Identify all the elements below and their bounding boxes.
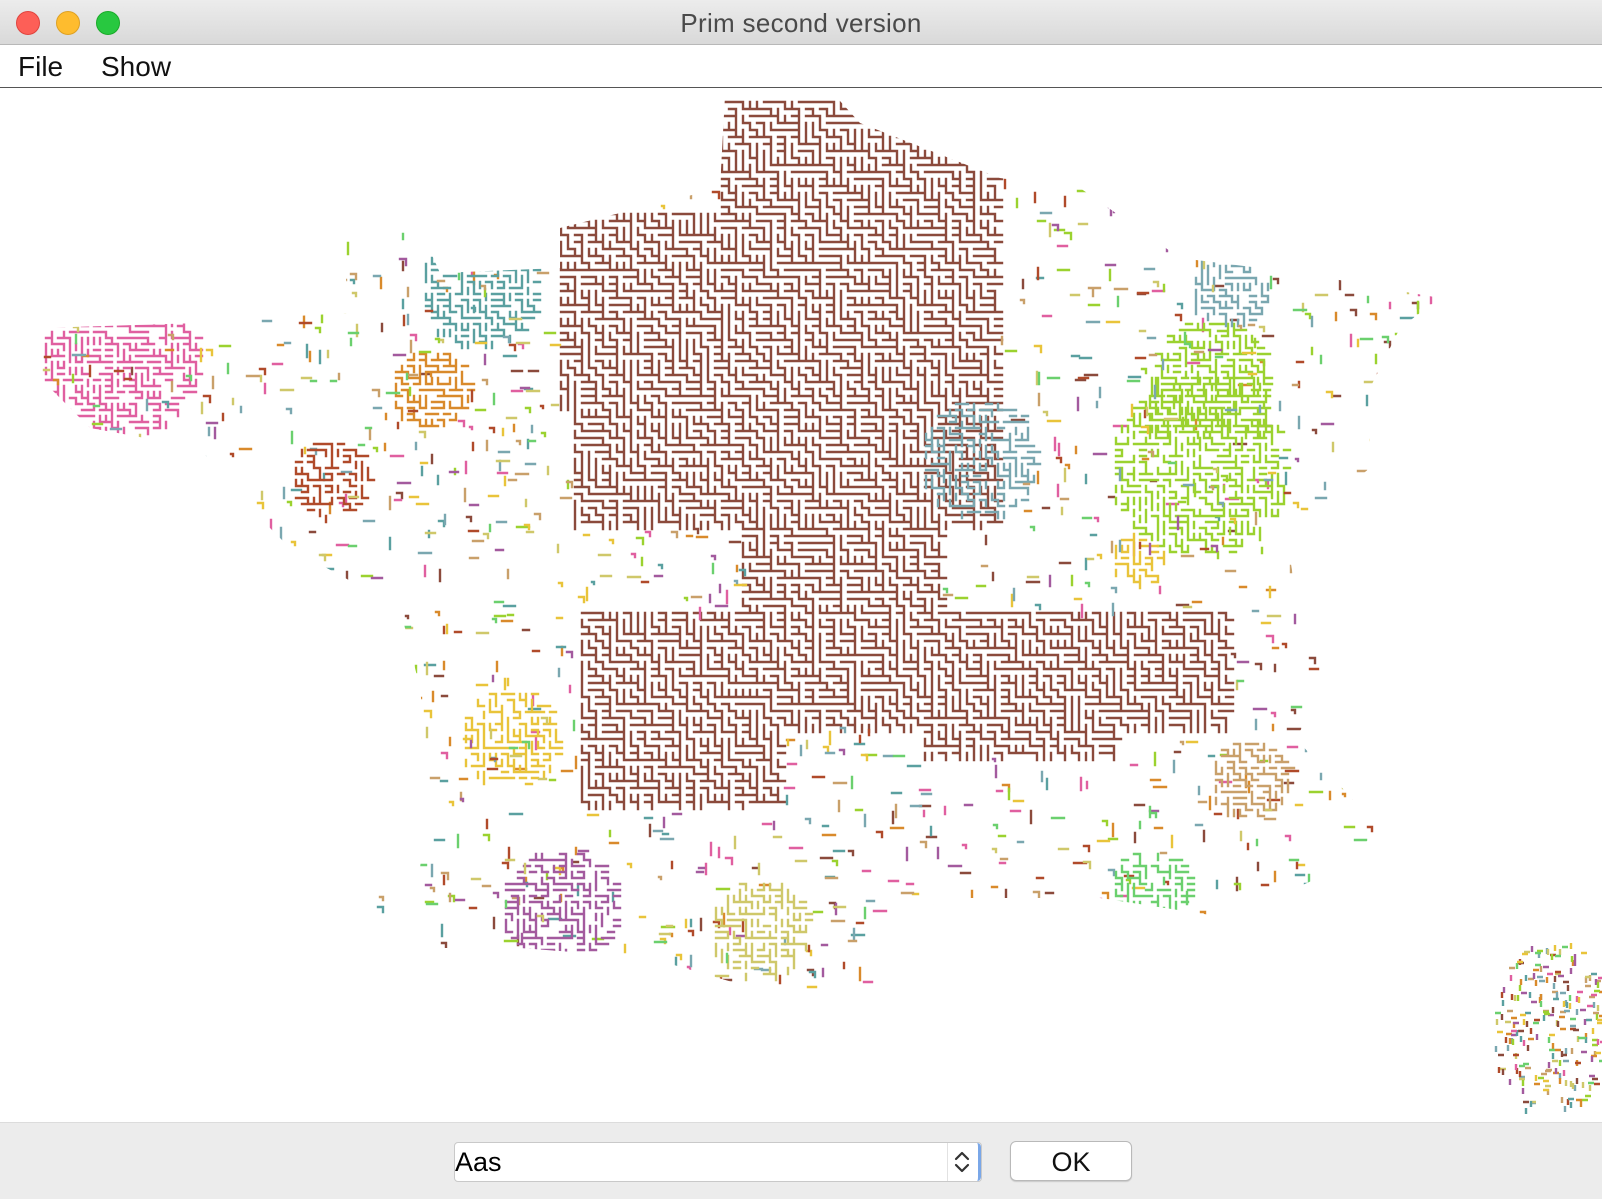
map-canvas[interactable] xyxy=(0,88,1602,1122)
france-spanning-tree-map xyxy=(40,90,1602,1114)
city-search-input[interactable] xyxy=(455,1143,940,1181)
corsica-edges xyxy=(1494,943,1602,1114)
window-title: Prim second version xyxy=(680,8,922,38)
ok-button[interactable]: OK xyxy=(1010,1141,1132,1181)
menu-bar: File Show xyxy=(0,45,1602,88)
city-combo-box[interactable] xyxy=(454,1142,982,1182)
app-window: Prim second version File Show OK xyxy=(0,0,1602,1199)
menu-file[interactable]: File xyxy=(18,45,63,88)
combo-stepper[interactable] xyxy=(947,1143,981,1181)
bottom-bar: OK xyxy=(0,1122,1602,1199)
title-bar[interactable]: Prim second version xyxy=(0,0,1602,45)
up-down-chevron-icon xyxy=(954,1151,970,1173)
menu-show[interactable]: Show xyxy=(101,45,171,88)
map-edges xyxy=(40,90,1440,993)
